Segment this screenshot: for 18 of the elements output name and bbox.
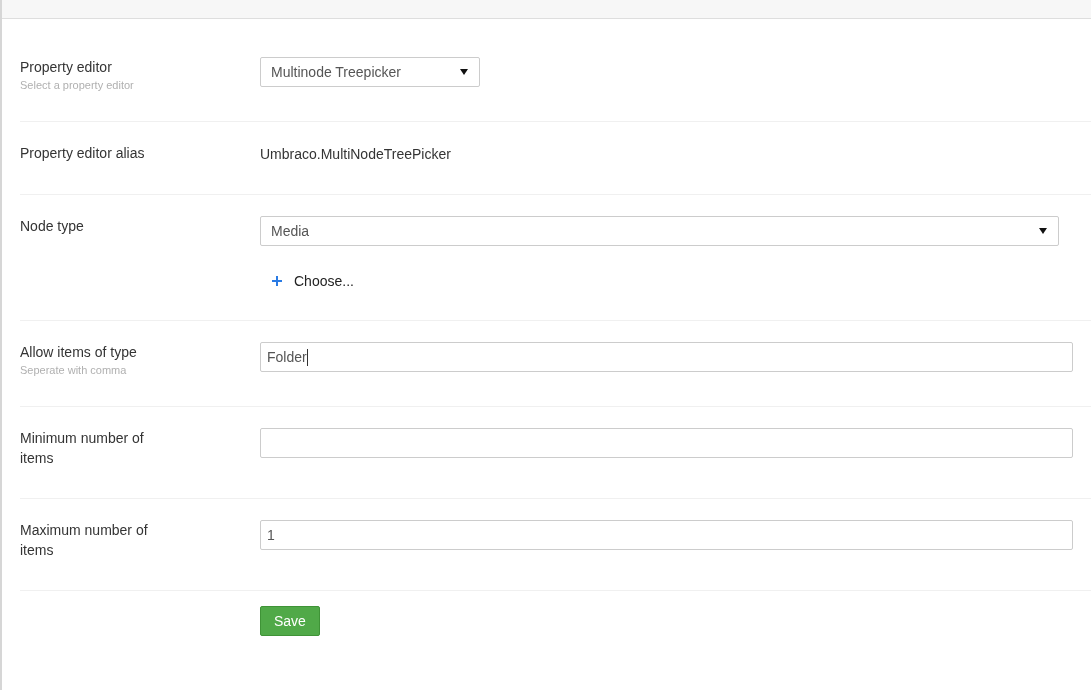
field-label: Property editor <box>20 58 113 77</box>
input-field[interactable]: Folder <box>260 342 1073 372</box>
input-field[interactable]: 1 <box>260 520 1073 550</box>
input-field[interactable] <box>260 428 1073 458</box>
dropdown-caret-icon <box>459 68 469 76</box>
dropdown-caret-icon <box>1038 227 1048 235</box>
field-description: Select a property editor <box>20 79 135 91</box>
field-label: Node type <box>20 217 85 236</box>
field-label: Minimum number of items <box>20 429 145 468</box>
field-label: Allow items of type <box>20 343 138 362</box>
plus-icon <box>272 276 282 286</box>
field-label: Property editor alias <box>20 144 146 163</box>
alias-value: Umbraco.MultiNodeTreePicker <box>260 145 451 164</box>
field-description: Seperate with comma <box>20 364 128 376</box>
choose-link[interactable]: Choose... <box>260 272 360 290</box>
field-label: Maximum number of items <box>20 521 149 560</box>
dropdown[interactable]: Media <box>260 216 1059 246</box>
dropdown[interactable]: Multinode Treepicker <box>260 57 480 87</box>
